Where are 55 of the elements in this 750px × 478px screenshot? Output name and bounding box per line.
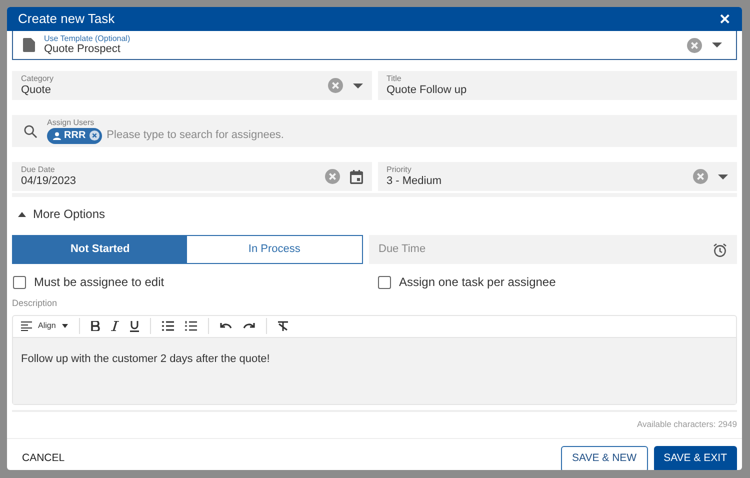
category-dropdown[interactable]: Category Quote <box>12 71 372 100</box>
description-label: Description <box>12 297 58 310</box>
save-new-button[interactable]: SAVE & NEW <box>561 446 648 470</box>
undo-icon[interactable] <box>220 322 232 330</box>
clear-format-icon[interactable] <box>278 321 288 331</box>
person-icon <box>53 132 61 140</box>
field-label: Priority <box>386 166 412 174</box>
status-tab[interactable]: Not Started <box>13 236 188 263</box>
bold-icon[interactable] <box>90 321 100 331</box>
placeholder-text: Due Time <box>378 242 426 258</box>
field-label: Category <box>21 75 54 83</box>
placeholder-text: Please type to search for assignees. <box>106 130 284 141</box>
clear-icon[interactable] <box>687 38 702 52</box>
field-value: Quote Follow up <box>386 85 468 96</box>
checkbox-label: Assign one task per assignee <box>399 274 556 291</box>
remove-icon[interactable] <box>88 130 100 141</box>
caret-icon[interactable] <box>718 174 728 180</box>
rich-text-editor[interactable]: Align Follow up with the customer 2 days after the quote! <box>12 314 737 404</box>
document-icon <box>23 38 35 52</box>
close-button[interactable]: ✕ <box>719 12 731 26</box>
save-exit-button[interactable]: SAVE & EXIT <box>654 446 737 470</box>
search-icon <box>24 124 37 138</box>
align-dropdown[interactable]: Align <box>21 320 68 332</box>
field-label: Assign Users <box>47 118 96 126</box>
dialog-title: Create new Task <box>18 10 115 28</box>
bullet-list-icon[interactable] <box>162 321 174 331</box>
field-value: 04/19/2023 <box>21 176 78 187</box>
field-value: Quote Prospect <box>44 44 122 55</box>
due-date-field[interactable]: Due Date 04/19/2023 <box>12 162 372 191</box>
field-label: Due Date <box>21 166 56 174</box>
available-characters: Available characters: 2949 <box>636 418 737 430</box>
field-label: Use Template (Optional) <box>44 35 132 43</box>
alarm-clock-icon[interactable] <box>713 242 727 256</box>
italic-icon[interactable] <box>110 321 119 331</box>
redo-icon[interactable] <box>242 322 255 330</box>
checkbox-label: Must be assignee to edit <box>34 274 164 291</box>
more-options-toggle[interactable]: More Options <box>18 205 106 223</box>
field-value: 3 - Medium <box>386 176 443 187</box>
numbered-list-icon[interactable] <box>184 321 197 331</box>
checkbox[interactable] <box>378 276 391 288</box>
template-field[interactable]: Use Template (Optional) Quote Prospect <box>12 31 737 60</box>
user-chip[interactable]: RRR <box>47 128 102 144</box>
description-text: Follow up with the customer 2 days after the quote! <box>21 352 270 364</box>
caret-icon[interactable] <box>352 82 362 88</box>
caret-icon <box>62 324 68 328</box>
title-field[interactable]: Title Quote Follow up <box>378 71 737 100</box>
field-label: Title <box>386 75 402 83</box>
field-value: Quote <box>21 85 52 96</box>
checkbox[interactable] <box>13 276 26 288</box>
assign-users-field[interactable]: Assign Users RRR Please type to search for assignees. <box>12 115 737 147</box>
caret-icon[interactable] <box>712 42 722 48</box>
align-left-icon <box>21 321 32 331</box>
priority-dropdown[interactable]: Priority 3 - Medium <box>378 162 737 191</box>
underline-icon[interactable] <box>130 320 139 332</box>
calendar-icon[interactable] <box>350 170 362 184</box>
